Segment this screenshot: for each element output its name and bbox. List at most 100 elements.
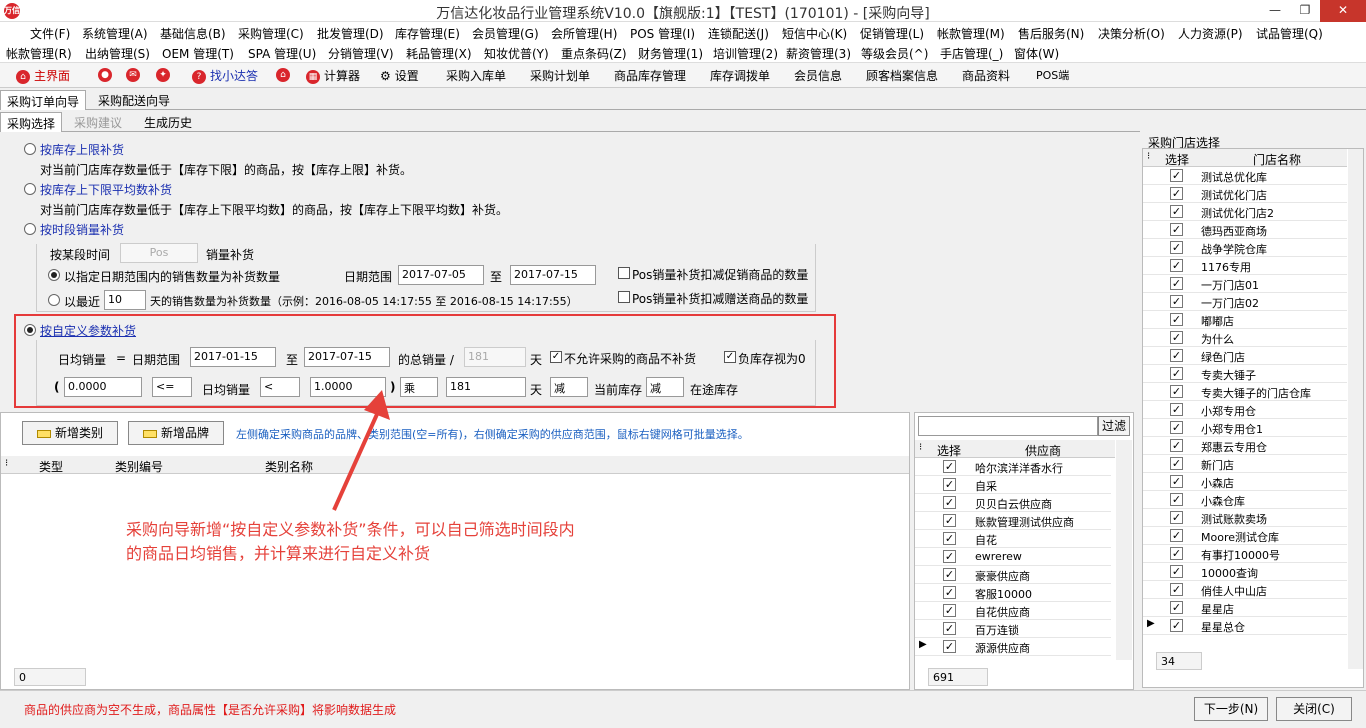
store-row[interactable]: ✓ 测试优化门店2 xyxy=(1143,203,1347,221)
menu-item-8[interactable]: POS 管理(I) xyxy=(630,25,695,42)
radio-custom-param[interactable] xyxy=(24,324,36,336)
store-checkbox[interactable]: ✓ xyxy=(1170,547,1183,560)
supplier-checkbox[interactable]: ✓ xyxy=(943,478,956,491)
store-row[interactable]: ✓ 测试优化门店 xyxy=(1143,185,1347,203)
supplier-checkbox[interactable]: ✓ xyxy=(943,640,956,653)
date-to-input[interactable]: 2017-07-15 xyxy=(510,265,596,285)
mult-days-input[interactable]: 181 xyxy=(446,377,526,397)
menu-item-6[interactable]: 会员管理(G) xyxy=(472,25,539,42)
neg-stock-checkbox[interactable]: ✓ xyxy=(724,351,736,363)
supplier-checkbox[interactable]: ✓ xyxy=(943,514,956,527)
store-row[interactable]: ✓ 星星店 xyxy=(1143,599,1347,617)
option-stock-upper[interactable]: 按库存上限补货 xyxy=(40,141,124,158)
minus1-select[interactable]: 减 xyxy=(550,377,588,397)
store-checkbox[interactable]: ✓ xyxy=(1170,475,1183,488)
lock-icon[interactable]: ● xyxy=(98,67,116,82)
col-category-name[interactable]: 类别名称 xyxy=(265,458,313,475)
assistant-button[interactable]: ? 找小达答 xyxy=(192,67,258,84)
store-checkbox[interactable]: ✓ xyxy=(1170,313,1183,326)
toolbar-item-transfer[interactable]: 库存调拨单 xyxy=(710,67,770,84)
calculator-button[interactable]: ▦ 计算器 xyxy=(306,67,360,84)
store-row[interactable]: ✓ 小森仓库 xyxy=(1143,491,1347,509)
menu-item-10[interactable]: 短信中心(K) xyxy=(782,25,847,42)
store-row[interactable]: ✓ 1176专用 xyxy=(1143,257,1347,275)
store-row[interactable]: ✓ 有事打10000号 xyxy=(1143,545,1347,563)
supplier-row[interactable]: ✓ 自花供应商 xyxy=(915,602,1111,620)
menu-item-2[interactable]: 基础信息(B) xyxy=(160,25,226,42)
store-checkbox[interactable]: ✓ xyxy=(1170,277,1183,290)
supplier-checkbox[interactable]: ✓ xyxy=(943,496,956,509)
menu-item-r2-10[interactable]: 薪资管理(3) xyxy=(786,45,851,62)
toolbar-item-customer[interactable]: 顾客档案信息 xyxy=(866,67,938,84)
supplier-checkbox[interactable]: ✓ xyxy=(943,568,956,581)
supplier-row[interactable]: ✓ 哈尔滨洋洋香水行 xyxy=(915,458,1111,476)
store-checkbox[interactable]: ✓ xyxy=(1170,223,1183,236)
radio-date-range[interactable] xyxy=(48,269,60,281)
store-row[interactable]: ✓ 小森店 xyxy=(1143,473,1347,491)
store-row[interactable]: ✓ Moore测试仓库 xyxy=(1143,527,1347,545)
custom-to-input[interactable]: 2017-07-15 xyxy=(304,347,390,367)
close-button[interactable]: 关闭(C) xyxy=(1276,697,1352,721)
toolbar-item-product[interactable]: 商品资料 xyxy=(962,67,1010,84)
store-row[interactable]: ✓ 新门店 xyxy=(1143,455,1347,473)
tab-purchase-order[interactable]: 采购订单向导 xyxy=(0,90,87,110)
col-store-name[interactable]: 门店名称 xyxy=(1253,151,1301,168)
store-checkbox[interactable]: ✓ xyxy=(1170,619,1183,632)
store-row[interactable]: ✓ 小郑专用仓 xyxy=(1143,401,1347,419)
col-select[interactable]: 选择 xyxy=(937,442,961,459)
pos-promo-checkbox[interactable] xyxy=(618,267,630,279)
supplier-scrollbar[interactable] xyxy=(1116,440,1132,660)
store-row[interactable]: ✓ 俏佳人中山店 xyxy=(1143,581,1347,599)
store-checkbox[interactable]: ✓ xyxy=(1170,457,1183,470)
store-checkbox[interactable]: ✓ xyxy=(1170,421,1183,434)
store-checkbox[interactable]: ✓ xyxy=(1170,511,1183,524)
store-row[interactable]: ✓ 德玛西亚商场 xyxy=(1143,221,1347,239)
supplier-filter-input[interactable] xyxy=(918,416,1098,436)
store-row[interactable]: ✓ 测试总优化库 xyxy=(1143,167,1347,185)
toolbar-item-purchase-plan[interactable]: 采购计划单 xyxy=(530,67,590,84)
supplier-row[interactable]: ✓ 贝贝白云供应商 xyxy=(915,494,1111,512)
store-row[interactable]: ✓ 郑惠云专用仓 xyxy=(1143,437,1347,455)
option-custom-param[interactable]: 按自定义参数补货 xyxy=(40,322,136,339)
radio-stock-avg[interactable] xyxy=(24,183,36,195)
next-button[interactable]: 下一步(N) xyxy=(1194,697,1268,721)
period-source-input[interactable]: Pos xyxy=(120,243,198,263)
option-period-sales[interactable]: 按时段销量补货 xyxy=(40,221,124,238)
minimize-icon[interactable]: — xyxy=(1260,0,1290,22)
menu-item-r2-13[interactable]: 窗体(W) xyxy=(1014,45,1059,62)
menu-item-r2-9[interactable]: 培训管理(2) xyxy=(713,45,778,62)
tab-purchase-advice[interactable]: 采购建议 xyxy=(68,112,128,132)
col-store-select[interactable]: 选择 xyxy=(1165,151,1189,168)
supplier-checkbox[interactable]: ✓ xyxy=(943,586,956,599)
store-checkbox[interactable]: ✓ xyxy=(1170,583,1183,596)
menu-item-13[interactable]: 售后服务(N) xyxy=(1018,25,1084,42)
date-from-input[interactable]: 2017-07-05 xyxy=(398,265,484,285)
col-supplier[interactable]: 供应商 xyxy=(1025,442,1061,459)
store-row[interactable]: ✓ 为什么 xyxy=(1143,329,1347,347)
store-checkbox[interactable]: ✓ xyxy=(1170,169,1183,182)
menu-item-5[interactable]: 库存管理(E) xyxy=(395,25,460,42)
menu-item-r2-6[interactable]: 知妆优普(Y) xyxy=(484,45,549,62)
radio-stock-upper[interactable] xyxy=(24,143,36,155)
menu-item-r2-1[interactable]: 出纳管理(S) xyxy=(85,45,150,62)
filter-button[interactable]: 过滤 xyxy=(1098,416,1130,436)
menu-item-16[interactable]: 试品管理(Q) xyxy=(1256,25,1323,42)
supplier-row[interactable]: ✓ 百万连锁 xyxy=(915,620,1111,638)
add-brand-button[interactable]: 新增品牌 xyxy=(128,421,224,445)
store-checkbox[interactable]: ✓ xyxy=(1170,187,1183,200)
menu-item-9[interactable]: 连锁配送(J) xyxy=(708,25,769,42)
minus2-select[interactable]: 减 xyxy=(646,377,684,397)
option-stock-avg[interactable]: 按库存上下限平均数补货 xyxy=(40,181,172,198)
store-checkbox[interactable]: ✓ xyxy=(1170,295,1183,308)
menu-item-0[interactable]: 文件(F) xyxy=(30,25,70,42)
toolbar-item-pos[interactable]: POS端 xyxy=(1036,67,1069,83)
menu-item-r2-7[interactable]: 重点条码(Z) xyxy=(561,45,627,62)
store-checkbox[interactable]: ✓ xyxy=(1170,529,1183,542)
col-type[interactable]: 类型 xyxy=(39,458,63,475)
lower-bound-input[interactable]: 0.0000 xyxy=(64,377,142,397)
supplier-row[interactable]: ✓ ewrerew xyxy=(915,548,1111,566)
menu-item-r2-2[interactable]: OEM 管理(T) xyxy=(162,45,234,62)
store-row[interactable]: ✓ 10000查询 xyxy=(1143,563,1347,581)
tab-purchase-select[interactable]: 采购选择 xyxy=(0,112,63,132)
supplier-checkbox[interactable]: ✓ xyxy=(943,460,956,473)
